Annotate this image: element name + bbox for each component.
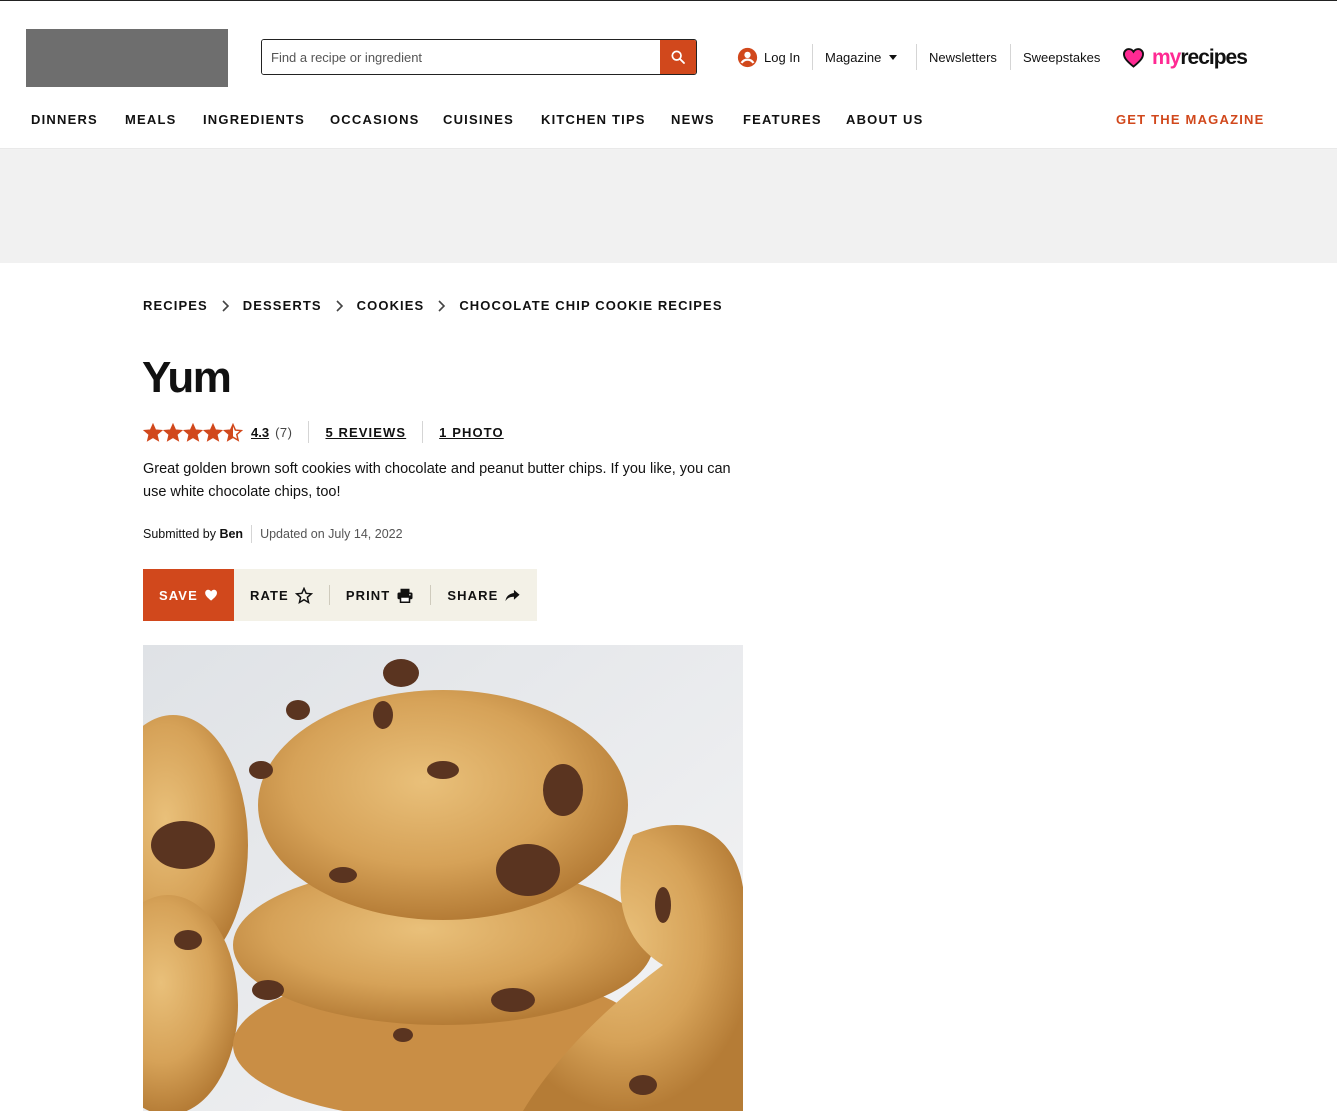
breadcrumb-desserts[interactable]: DESSERTS — [243, 298, 322, 313]
share-arrow-icon — [505, 589, 520, 601]
breadcrumb-recipes[interactable]: RECIPES — [143, 298, 208, 313]
search-icon — [671, 50, 685, 64]
search-input[interactable] — [262, 40, 660, 74]
photos-link[interactable]: 1 PHOTO — [439, 425, 504, 440]
main-nav: DINNERS MEALS INGREDIENTS OCCASIONS CUIS… — [0, 112, 1337, 132]
nav-item-ingredients[interactable]: INGREDIENTS — [203, 112, 305, 127]
rating-value[interactable]: 4.3 — [251, 425, 269, 440]
user-icon — [737, 47, 758, 67]
nav-item-news[interactable]: NEWS — [671, 112, 715, 127]
site-logo-placeholder[interactable] — [26, 29, 228, 87]
divider — [422, 421, 424, 443]
star-full-icon — [163, 422, 183, 442]
divider — [251, 525, 253, 543]
star-full-icon — [203, 422, 223, 442]
search-button[interactable] — [660, 40, 696, 74]
printer-icon — [397, 588, 413, 603]
share-label: SHARE — [447, 587, 499, 603]
submitted-by-prefix: Submitted by — [143, 527, 216, 541]
nav-item-dinners[interactable]: DINNERS — [31, 112, 98, 127]
author-name[interactable]: Ben — [219, 527, 243, 541]
nav-item-cuisines[interactable]: CUISINES — [443, 112, 514, 127]
rating-row: 4.3 (7) 5 REVIEWS 1 PHOTO — [143, 420, 504, 444]
breadcrumb-chocolate-chip-cookie-recipes[interactable]: CHOCOLATE CHIP COOKIE RECIPES — [459, 298, 722, 313]
myrecipes-brand-logo[interactable]: myrecipes — [1122, 43, 1248, 71]
recipe-title: Yum — [142, 353, 232, 402]
chevron-right-icon — [438, 299, 446, 312]
reviews-link[interactable]: 5 REVIEWS — [325, 425, 406, 440]
save-button[interactable]: SAVE — [143, 569, 234, 621]
recipe-description: Great golden brown soft cookies with cho… — [143, 461, 731, 500]
divider — [812, 44, 813, 70]
nav-item-meals[interactable]: MEALS — [125, 112, 177, 127]
caret-down-icon — [889, 54, 898, 60]
magazine-dropdown[interactable]: Magazine — [825, 44, 898, 70]
heart-icon — [205, 589, 217, 601]
search-bar — [261, 39, 697, 75]
brand-recipes: recipes — [1180, 45, 1248, 69]
nav-item-kitchen-tips[interactable]: KITCHEN TIPS — [541, 112, 646, 127]
star-half-icon — [223, 422, 243, 442]
recipe-action-bar: SAVE RATE PRINT SHARE — [143, 569, 538, 621]
nav-item-occasions[interactable]: OCCASIONS — [330, 112, 420, 127]
updated-date: Updated on July 14, 2022 — [260, 527, 403, 541]
byline: Submitted by Ben Updated on July 14, 202… — [143, 524, 403, 544]
rate-button[interactable]: RATE — [234, 569, 329, 621]
sweepstakes-link[interactable]: Sweepstakes — [1023, 44, 1100, 70]
print-label: PRINT — [345, 587, 391, 603]
newsletters-label: Newsletters — [929, 49, 997, 65]
breadcrumb-cookies[interactable]: COOKIES — [357, 298, 425, 313]
login-label: Log In — [764, 49, 801, 65]
divider — [916, 44, 917, 70]
sweepstakes-label: Sweepstakes — [1023, 49, 1101, 65]
breadcrumb: RECIPES DESSERTS COOKIES CHOCOLATE CHIP … — [143, 298, 723, 313]
save-label: SAVE — [159, 587, 198, 603]
nav-item-features[interactable]: FEATURES — [743, 112, 822, 127]
chevron-right-icon — [336, 299, 343, 312]
brand-my: my — [1152, 45, 1181, 69]
rate-label: RATE — [250, 587, 289, 603]
star-full-icon — [183, 422, 203, 442]
divider — [1010, 44, 1011, 70]
share-button[interactable]: SHARE — [431, 569, 537, 621]
newsletters-link[interactable]: Newsletters — [929, 44, 997, 70]
star-full-icon — [143, 422, 163, 442]
get-the-magazine-link[interactable]: GET THE MAGAZINE — [1116, 112, 1264, 127]
cookie-stack-illustration — [143, 645, 743, 1111]
chevron-right-icon — [222, 299, 229, 312]
rating-count: (7) — [275, 424, 293, 440]
print-button[interactable]: PRINT — [330, 569, 431, 621]
top-border — [0, 0, 1337, 1]
ad-banner-slot — [0, 150, 1337, 263]
heart-icon — [1122, 47, 1145, 68]
star-outline-icon — [294, 586, 313, 604]
divider — [308, 421, 310, 443]
magazine-label: Magazine — [825, 49, 882, 65]
nav-item-about-us[interactable]: ABOUT US — [846, 112, 924, 127]
login-link[interactable]: Log In — [737, 44, 800, 70]
star-rating[interactable] — [143, 422, 243, 442]
recipe-photo[interactable] — [143, 645, 743, 1111]
